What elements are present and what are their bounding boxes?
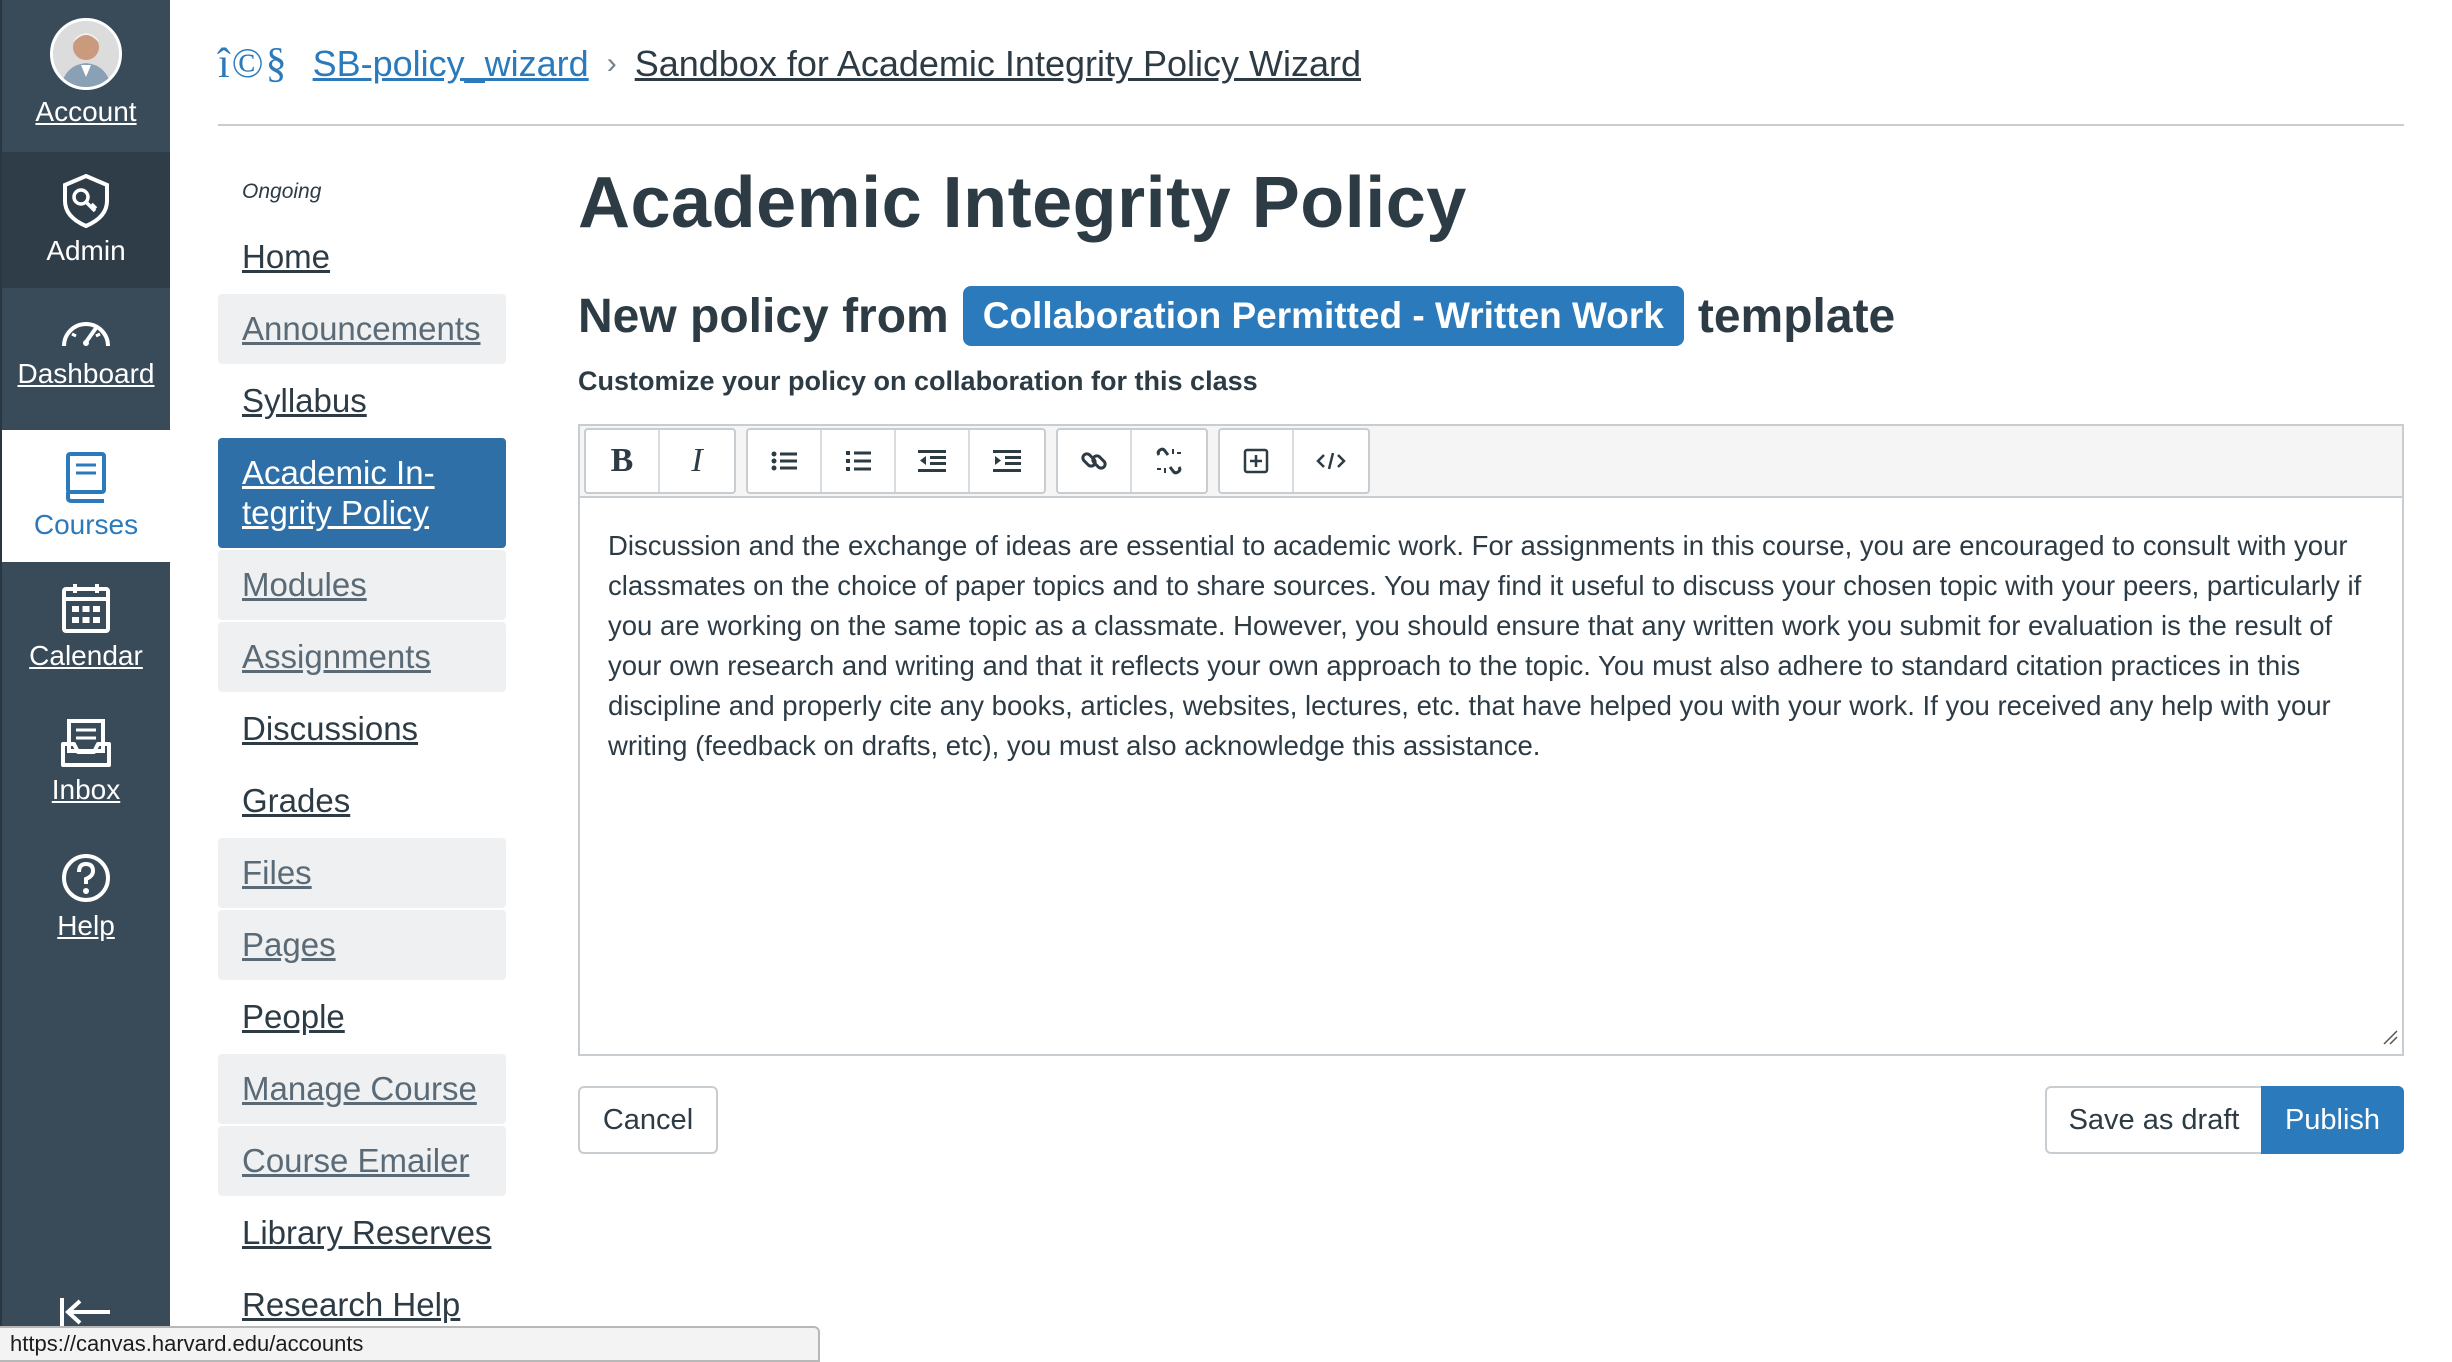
html-editor-button[interactable]: [1294, 430, 1368, 492]
bold-button[interactable]: B: [586, 430, 660, 492]
course-nav-library-reserves[interactable]: Library Reserves: [218, 1198, 506, 1268]
course-nav-syllabus[interactable]: Syllabus: [218, 366, 506, 436]
course-nav-discussions[interactable]: Discussions: [218, 694, 506, 764]
course-nav-grades[interactable]: Grades: [218, 766, 506, 836]
resize-handle-icon[interactable]: [2382, 1029, 2398, 1050]
page-title: Academic Integrity Policy: [578, 163, 1467, 243]
breadcrumb: î©§ SB-policy_wizard › Sandbox for Acade…: [218, 40, 1361, 88]
global-nav-inbox-label: Inbox: [51, 774, 121, 805]
global-nav-calendar-label: Calendar: [29, 640, 143, 671]
course-nav-academic-integrity-policy[interactable]: Academic In-tegrity Policy: [218, 438, 506, 548]
breadcrumb-course-link[interactable]: SB-policy_wizard: [313, 43, 589, 85]
course-navigation: Home Announcements Syllabus Academic In-…: [218, 222, 506, 1342]
italic-button[interactable]: I: [660, 430, 734, 492]
avatar: [50, 18, 122, 90]
outdent-button[interactable]: [896, 430, 970, 492]
numbered-list-icon: [846, 451, 871, 471]
global-navigation: Account Admin Dashboard Courses Calendar…: [0, 0, 170, 1362]
course-nav-course-emailer[interactable]: Course Emailer: [218, 1126, 506, 1196]
rich-text-editor: B I Discussion and the exchange of ideas…: [578, 424, 2404, 1056]
inbox-icon: [60, 718, 112, 768]
course-nav-manage-course[interactable]: Manage Course: [218, 1054, 506, 1124]
italic-icon: I: [691, 442, 703, 479]
code-icon: [1316, 452, 1346, 470]
global-nav-dashboard[interactable]: Dashboard: [2, 312, 170, 422]
embed-button[interactable]: [1220, 430, 1294, 492]
bullet-list-icon: [771, 451, 797, 471]
cancel-button[interactable]: Cancel: [578, 1086, 718, 1154]
breadcrumb-separator-icon: ›: [606, 47, 617, 80]
indent-icon: [993, 450, 1021, 472]
editor-content[interactable]: Discussion and the exchange of ideas are…: [580, 498, 2402, 794]
toolbar-group-format: B I: [584, 428, 736, 494]
link-button[interactable]: [1058, 430, 1132, 492]
unlink-button[interactable]: [1132, 430, 1206, 492]
unlink-icon: [1156, 447, 1182, 475]
global-nav-account-label: Account: [35, 96, 137, 127]
course-nav-announcements[interactable]: Announcements: [218, 294, 506, 364]
subtitle-prefix: New policy from: [578, 289, 949, 343]
header-divider: [218, 124, 2404, 126]
course-nav-modules[interactable]: Modules: [218, 550, 506, 620]
dashboard-gauge-icon: [58, 312, 114, 352]
course-logo: î©§: [218, 41, 289, 87]
global-nav-help[interactable]: Help: [2, 852, 170, 962]
course-nav-files[interactable]: Files: [218, 838, 506, 908]
policy-subtitle: New policy from Collaboration Permitted …: [578, 286, 1895, 346]
editor-toolbar: B I: [580, 426, 2402, 498]
courses-book-icon: [64, 451, 108, 503]
outdent-icon: [918, 450, 946, 472]
toolbar-group-insert: [1218, 428, 1370, 494]
global-nav-calendar[interactable]: Calendar: [2, 582, 170, 692]
course-nav-people[interactable]: People: [218, 982, 506, 1052]
global-nav-account[interactable]: Account: [2, 18, 170, 146]
toolbar-group-links: [1056, 428, 1208, 494]
status-bar-url: https://canvas.harvard.edu/accounts: [0, 1326, 820, 1362]
global-nav-admin-label: Admin: [46, 235, 126, 266]
global-nav-courses[interactable]: Courses: [2, 430, 170, 562]
course-term: Ongoing: [242, 180, 322, 203]
global-nav-admin[interactable]: Admin: [2, 152, 170, 288]
course-nav-pages[interactable]: Pages: [218, 910, 506, 980]
save-as-draft-button[interactable]: Save as draft: [2045, 1086, 2263, 1154]
global-nav-inbox[interactable]: Inbox: [2, 718, 170, 828]
global-nav-help-label: Help: [57, 910, 115, 941]
bold-icon: B: [610, 442, 634, 479]
course-nav-home[interactable]: Home: [218, 222, 506, 292]
bullet-list-button[interactable]: [748, 430, 822, 492]
global-nav-dashboard-label: Dashboard: [17, 358, 155, 389]
numbered-list-button[interactable]: [822, 430, 896, 492]
help-icon: [60, 852, 112, 904]
editor-instructions: Customize your policy on collaboration f…: [578, 366, 1258, 396]
breadcrumb-page-link[interactable]: Sandbox for Academic Integrity Policy Wi…: [635, 43, 1361, 85]
course-nav-assignments[interactable]: Assignments: [218, 622, 506, 692]
subtitle-suffix: template: [1697, 289, 1896, 343]
link-icon: [1081, 452, 1107, 470]
global-nav-courses-label: Courses: [33, 509, 139, 540]
indent-button[interactable]: [970, 430, 1044, 492]
template-badge: Collaboration Permitted - Written Work: [962, 286, 1684, 346]
publish-button[interactable]: Publish: [2261, 1086, 2404, 1154]
calendar-icon: [61, 582, 111, 634]
admin-shield-icon: [60, 173, 112, 229]
toolbar-group-lists: [746, 428, 1046, 494]
embed-plus-icon: [1243, 448, 1269, 474]
